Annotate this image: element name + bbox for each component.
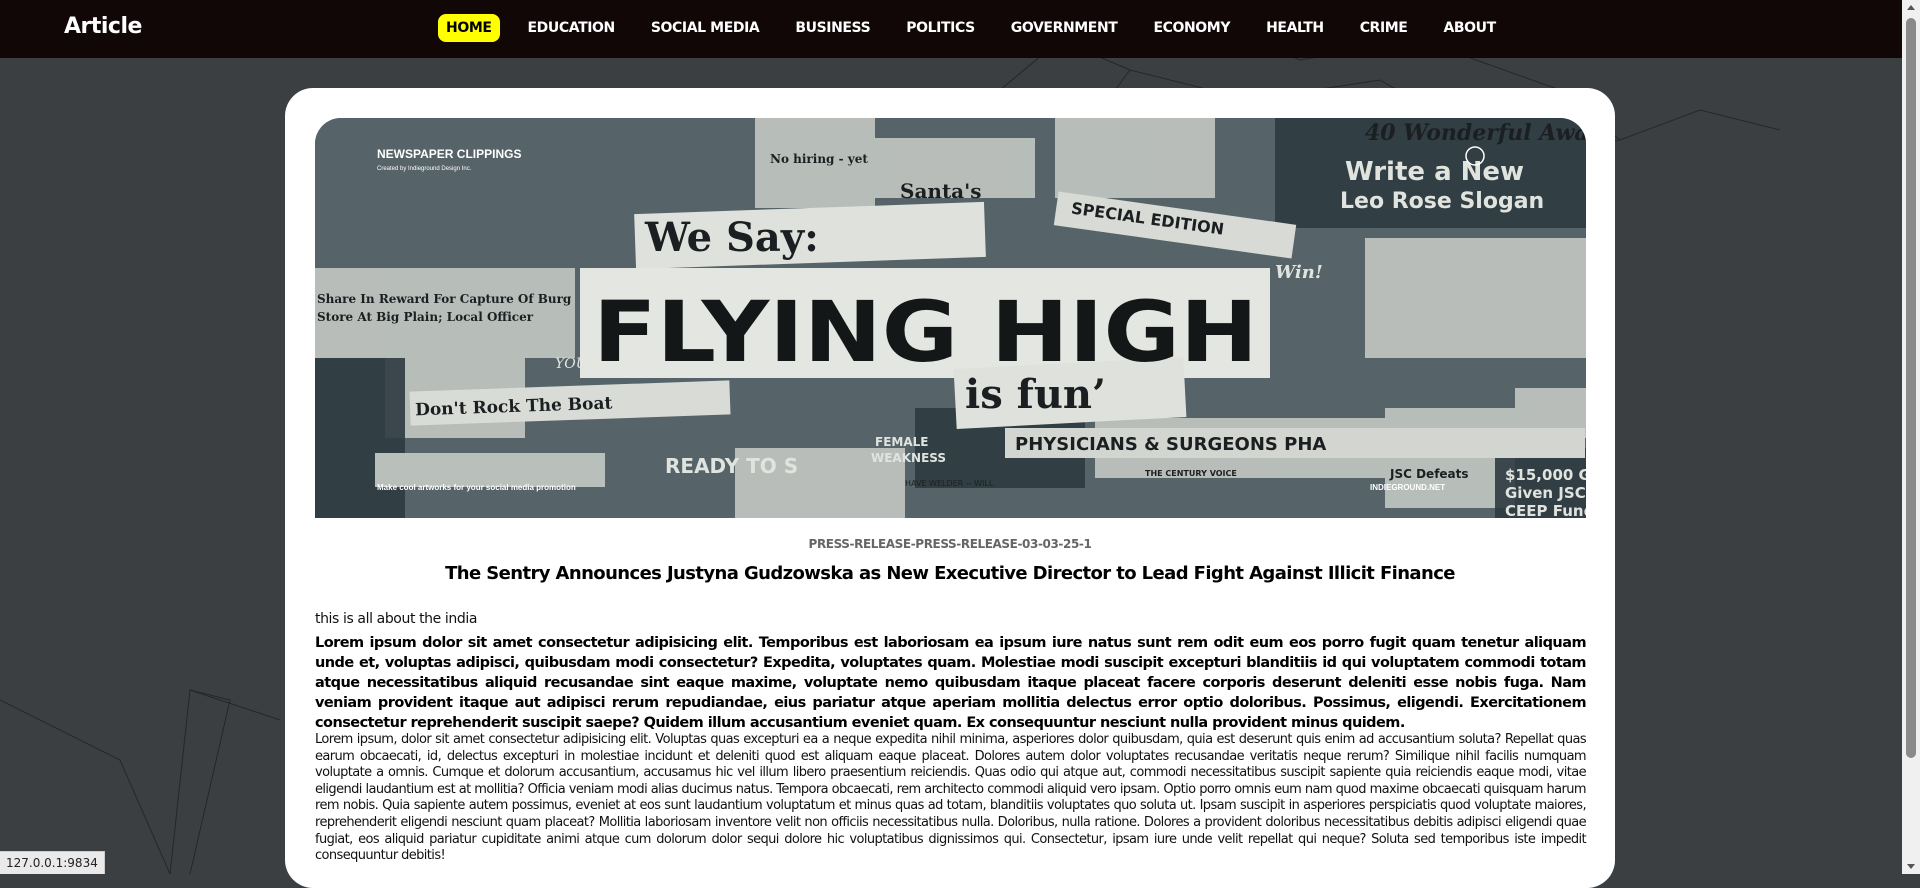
nav-about[interactable]: ABOUT	[1435, 14, 1503, 42]
nav-education[interactable]: EDUCATION	[520, 14, 623, 42]
scrollbar-thumb[interactable]	[1906, 18, 1916, 758]
hero-ready: READY TO S	[665, 454, 798, 478]
hero-headline: FLYING HIGH	[593, 283, 1258, 381]
nav-social-media[interactable]: SOCIAL MEDIA	[643, 14, 767, 42]
nav-crime[interactable]: CRIME	[1352, 14, 1416, 42]
nav-politics[interactable]: POLITICS	[898, 14, 982, 42]
hero-have-welder: HAVE WELDER -- WILL	[905, 479, 994, 488]
status-bar-url: 127.0.0.1:9834	[0, 851, 105, 874]
hero-santa: Santa's	[900, 179, 982, 203]
hero-no-hiring: No hiring - yet	[770, 152, 868, 166]
hero-label-clippings: NEWSPAPER CLIPPINGS	[377, 147, 521, 161]
nav-business[interactable]: BUSINESS	[787, 14, 878, 42]
hero-slogan: Leo Rose Slogan	[1340, 189, 1544, 214]
hero-is-fun: is fun’	[965, 371, 1106, 418]
newspaper-collage: NEWSPAPER CLIPPINGS Created by Indiegrou…	[315, 118, 1586, 518]
hero-weakness: WEAKNESS	[871, 451, 946, 465]
hero-store: Store At Big Plain; Local Officer	[317, 310, 534, 324]
scroll-up-icon[interactable]	[1907, 5, 1915, 10]
hero-jsc: JSC Defeats	[1389, 467, 1469, 481]
article-lead: Lorem ipsum dolor sit amet consectetur a…	[315, 635, 1587, 731]
hero-image: NEWSPAPER CLIPPINGS Created by Indiegrou…	[315, 118, 1586, 518]
hero-price: $15,000 Gran	[1505, 466, 1586, 484]
hero-ceep: CEEP Fund	[1505, 502, 1586, 518]
nav-home[interactable]: HOME	[438, 14, 500, 42]
nav-economy[interactable]: ECONOMY	[1145, 14, 1238, 42]
nav-government[interactable]: GOVERNMENT	[1003, 14, 1126, 42]
hero-bottom-left: Make cool artworks for your social media…	[377, 483, 576, 492]
hero-century: THE CENTURY VOICE	[1145, 469, 1237, 478]
hero-reward: Share In Reward For Capture Of Burg	[317, 292, 572, 306]
hero-we-say: We Say:	[644, 214, 819, 261]
site-brand[interactable]: Article	[64, 14, 142, 39]
main-nav: HOME EDUCATION SOCIAL MEDIA BUSINESS POL…	[438, 14, 1524, 42]
nav-health[interactable]: HEALTH	[1258, 14, 1332, 42]
article-title: The Sentry Announces Justyna Gudzowska a…	[445, 563, 1455, 584]
article-card: NEWSPAPER CLIPPINGS Created by Indiegrou…	[285, 88, 1615, 888]
article-body: Lorem ipsum, dolor sit amet consectetur …	[315, 732, 1587, 864]
scroll-down-icon[interactable]	[1907, 864, 1915, 869]
hero-given: Given JSC	[1505, 484, 1586, 502]
hero-physicians: PHYSICIANS & SURGEONS PHA	[1015, 434, 1326, 455]
hero-label-created: Created by Indieground Design Inc.	[377, 166, 472, 172]
article-subtitle: this is all about the india	[315, 611, 478, 627]
page-scrollbar[interactable]	[1902, 0, 1920, 874]
hero-female: FEMALE	[875, 435, 928, 449]
hero-win: Win!	[1275, 262, 1323, 283]
article-slug: PRESS-RELEASE-PRESS-RELEASE-03-03-25-1	[808, 537, 1092, 551]
top-navbar: Article HOME EDUCATION SOCIAL MEDIA BUSI…	[0, 0, 1902, 58]
hero-write: Write a New	[1345, 157, 1524, 187]
hero-you: YOU...	[555, 356, 600, 372]
hero-wonderful: 40 Wonderful Award	[1365, 120, 1586, 146]
hero-bottom-right: INDIEGROUND.NET	[1370, 483, 1445, 492]
